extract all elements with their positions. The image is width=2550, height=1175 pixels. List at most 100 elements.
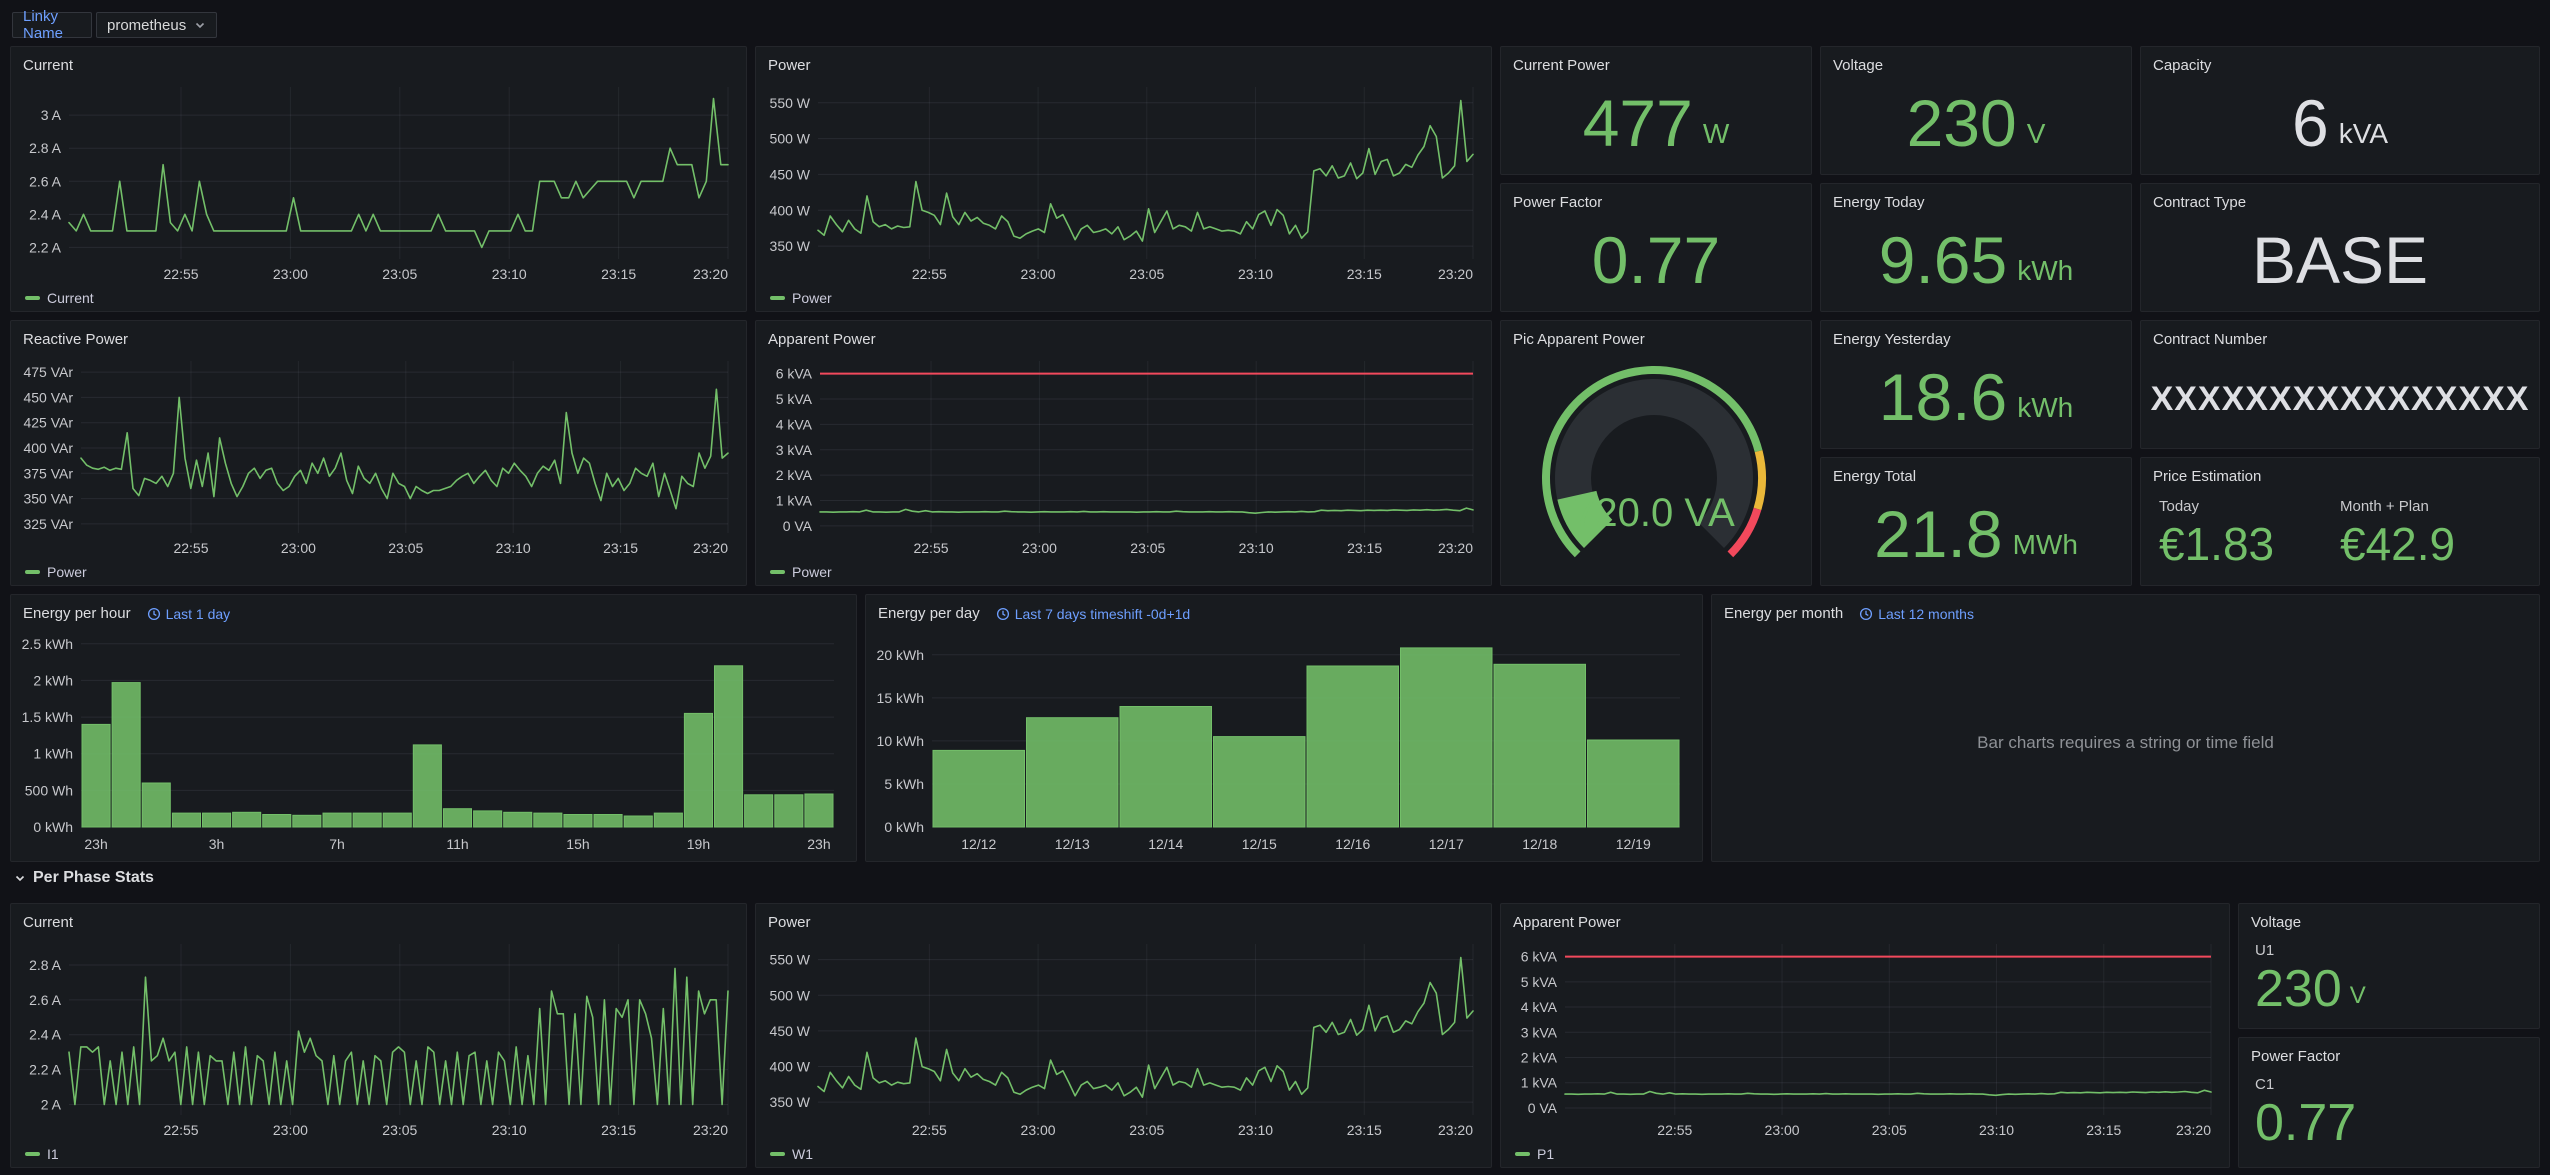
price-month-value: €42.9 bbox=[2340, 521, 2521, 567]
current-phase-chart-canvas[interactable]: 2 A2.2 A2.4 A2.6 A2.8 A22:5523:0023:0523… bbox=[15, 934, 738, 1141]
panel-title: Capacity bbox=[2153, 57, 2211, 74]
reactive-power-chart-canvas[interactable]: 325 VAr350 VAr375 VAr400 VAr425 VAr450 V… bbox=[15, 351, 738, 559]
svg-text:22:55: 22:55 bbox=[1657, 1122, 1692, 1138]
chevron-down-icon bbox=[194, 19, 206, 31]
legend-item[interactable]: W1 bbox=[770, 1146, 813, 1162]
panel-title: Power Factor bbox=[2251, 1048, 2340, 1065]
current-chart-canvas[interactable]: 2.2 A2.4 A2.6 A2.8 A3 A22:5523:0023:0523… bbox=[15, 77, 738, 285]
svg-text:1 kWh: 1 kWh bbox=[33, 746, 73, 762]
svg-text:400 VAr: 400 VAr bbox=[23, 440, 73, 456]
legend-item[interactable]: Power bbox=[770, 290, 832, 306]
svg-text:2.2 A: 2.2 A bbox=[29, 239, 62, 255]
panel-title: Current bbox=[23, 914, 73, 931]
panel-title: Current bbox=[23, 57, 73, 74]
panel-title: Power bbox=[768, 914, 811, 931]
legend-item[interactable]: Power bbox=[25, 564, 87, 580]
row-toggle-per-phase-stats[interactable]: Per Phase Stats bbox=[14, 869, 154, 887]
svg-text:450 W: 450 W bbox=[770, 166, 811, 182]
svg-text:22:55: 22:55 bbox=[913, 540, 948, 556]
panel-contract-type-stat: Contract Type BASE bbox=[2140, 183, 2540, 312]
svg-text:5 kVA: 5 kVA bbox=[776, 391, 813, 407]
series-sublabel: U1 bbox=[2239, 934, 2539, 959]
apparent-power-chart-canvas[interactable]: 0 VA1 kVA2 kVA3 kVA4 kVA5 kVA6 kVA22:552… bbox=[760, 351, 1483, 559]
svg-text:7h: 7h bbox=[329, 836, 345, 852]
svg-text:23:05: 23:05 bbox=[1872, 1122, 1907, 1138]
legend-item[interactable]: I1 bbox=[25, 1146, 59, 1162]
panel-reactive-power: Reactive Power 325 VAr350 VAr375 VAr400 … bbox=[10, 320, 747, 586]
legend-item[interactable]: Power bbox=[770, 564, 832, 580]
panel-title: Energy per month bbox=[1724, 605, 1843, 622]
svg-text:3h: 3h bbox=[209, 836, 225, 852]
legend-label: W1 bbox=[792, 1146, 813, 1162]
energy-per-day-chart-canvas[interactable]: 0 kWh5 kWh10 kWh15 kWh20 kWh12/1212/1312… bbox=[870, 625, 1694, 857]
svg-text:12/13: 12/13 bbox=[1055, 836, 1090, 852]
panel-power-factor-stat: Power Factor 0.77 bbox=[1500, 183, 1812, 312]
panel-power: Power 350 W400 W450 W500 W550 W22:5523:0… bbox=[755, 46, 1492, 312]
svg-text:23:00: 23:00 bbox=[1021, 266, 1056, 282]
svg-text:500 W: 500 W bbox=[770, 987, 811, 1003]
price-today: Today €1.83 bbox=[2159, 498, 2340, 567]
panel-title: Apparent Power bbox=[1513, 914, 1621, 931]
svg-text:23:05: 23:05 bbox=[1130, 540, 1165, 556]
svg-text:23:20: 23:20 bbox=[1438, 540, 1473, 556]
apparent-power-phase-chart-canvas[interactable]: 0 VA1 kVA2 kVA3 kVA4 kVA5 kVA6 kVA22:552… bbox=[1505, 934, 2221, 1141]
svg-text:5 kVA: 5 kVA bbox=[1521, 974, 1558, 990]
svg-text:2 A: 2 A bbox=[41, 1097, 62, 1113]
energy-per-hour-chart-canvas[interactable]: 0 kWh500 Wh1 kWh1.5 kWh2 kWh2.5 kWh23h3h… bbox=[15, 625, 848, 857]
power-phase-chart-canvas[interactable]: 350 W400 W450 W500 W550 W22:5523:0023:05… bbox=[760, 934, 1483, 1141]
timerange-label: Last 12 months bbox=[1878, 606, 1974, 622]
stat-value: 6 kVA bbox=[2292, 71, 2388, 174]
svg-text:23:10: 23:10 bbox=[1979, 1122, 2014, 1138]
stat-value: 0.77 bbox=[2239, 1093, 2539, 1149]
series-color-swatch bbox=[770, 1152, 785, 1156]
series-color-swatch bbox=[25, 570, 40, 574]
gauge: 720.0 VA bbox=[1505, 351, 1803, 581]
panel-current: Current 2.2 A2.4 A2.6 A2.8 A3 A22:5523:0… bbox=[10, 46, 747, 312]
legend-item[interactable]: P1 bbox=[1515, 1146, 1554, 1162]
svg-text:22:55: 22:55 bbox=[912, 266, 947, 282]
clock-icon bbox=[147, 607, 161, 621]
timerange-link[interactable]: Last 12 months bbox=[1859, 606, 1974, 622]
svg-text:0 VA: 0 VA bbox=[783, 518, 813, 534]
svg-text:0 VA: 0 VA bbox=[1528, 1100, 1558, 1116]
panel-apparent-power: Apparent Power 0 VA1 kVA2 kVA3 kVA4 kVA5… bbox=[755, 320, 1492, 586]
timerange-label: Last 7 days timeshift -0d+1d bbox=[1015, 606, 1191, 622]
svg-text:23:15: 23:15 bbox=[2086, 1122, 2121, 1138]
stat-value: 230 V bbox=[2239, 959, 2539, 1015]
svg-text:23:00: 23:00 bbox=[1021, 1122, 1056, 1138]
variable-value-dropdown[interactable]: prometheus bbox=[96, 12, 217, 38]
svg-text:23:05: 23:05 bbox=[388, 540, 423, 556]
svg-text:23:00: 23:00 bbox=[273, 1122, 308, 1138]
svg-text:23:15: 23:15 bbox=[1347, 1122, 1382, 1138]
svg-text:350 W: 350 W bbox=[770, 1094, 811, 1110]
svg-text:500 Wh: 500 Wh bbox=[25, 782, 73, 798]
variable-label-button[interactable]: Linky Name bbox=[12, 12, 92, 38]
svg-text:12/16: 12/16 bbox=[1335, 836, 1370, 852]
series-color-swatch bbox=[25, 1152, 40, 1156]
svg-text:22:55: 22:55 bbox=[912, 1122, 947, 1138]
panel-title: Energy per hour bbox=[23, 605, 131, 622]
svg-text:23:10: 23:10 bbox=[1238, 266, 1273, 282]
svg-text:23:10: 23:10 bbox=[492, 1122, 527, 1138]
panel-voltage-stat: Voltage 230 V bbox=[1820, 46, 2132, 175]
legend-item[interactable]: Current bbox=[25, 290, 94, 306]
svg-text:23:20: 23:20 bbox=[693, 540, 728, 556]
svg-text:325 VAr: 325 VAr bbox=[23, 516, 73, 532]
timerange-link[interactable]: Last 7 days timeshift -0d+1d bbox=[996, 606, 1191, 622]
panel-title: Apparent Power bbox=[768, 331, 876, 348]
panel-power-phase: Power 350 W400 W450 W500 W550 W22:5523:0… bbox=[755, 903, 1492, 1168]
svg-text:3 kVA: 3 kVA bbox=[776, 442, 813, 458]
panel-title: Energy per day bbox=[878, 605, 980, 622]
panel-title: Reactive Power bbox=[23, 331, 128, 348]
svg-text:23:05: 23:05 bbox=[382, 266, 417, 282]
svg-text:2.4 A: 2.4 A bbox=[29, 1027, 62, 1043]
svg-text:450 W: 450 W bbox=[770, 1023, 811, 1039]
timerange-link[interactable]: Last 1 day bbox=[147, 606, 231, 622]
panel-contract-number-stat: Contract Number XXXXXXXXXXXXXXXX bbox=[2140, 320, 2540, 449]
svg-text:350 W: 350 W bbox=[770, 238, 811, 254]
svg-text:475 VAr: 475 VAr bbox=[23, 364, 73, 380]
power-chart-canvas[interactable]: 350 W400 W450 W500 W550 W22:5523:0023:05… bbox=[760, 77, 1483, 285]
svg-text:550 W: 550 W bbox=[770, 952, 811, 968]
svg-text:2.2 A: 2.2 A bbox=[29, 1062, 62, 1078]
svg-text:5 kWh: 5 kWh bbox=[884, 776, 924, 792]
